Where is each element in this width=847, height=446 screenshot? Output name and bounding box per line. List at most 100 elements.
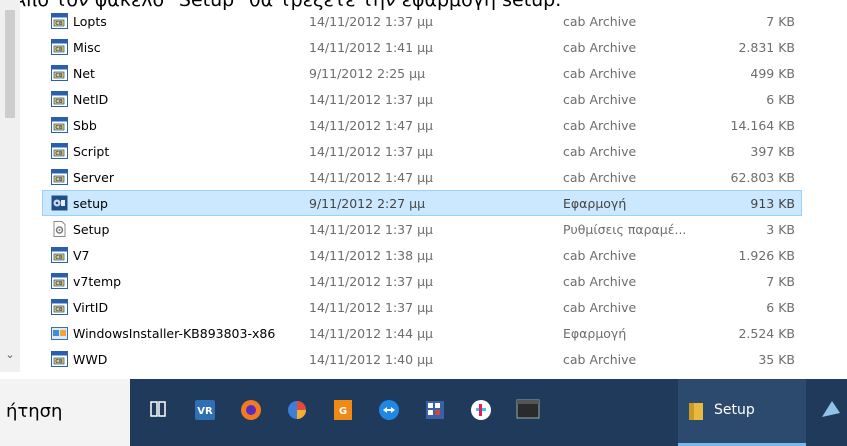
- file-date-modified: 9/11/2012 2:27 μμ: [309, 196, 426, 211]
- file-row-lopts[interactable]: CB Lopts 14/11/2012 1:37 μμ cab Archive 7 KB: [42, 8, 802, 34]
- file-name: Misc: [73, 40, 101, 55]
- file-date-modified: 14/11/2012 1:37 μμ: [309, 300, 433, 315]
- svg-text:VR: VR: [197, 406, 213, 417]
- svg-text:CB: CB: [55, 359, 63, 365]
- file-size: 397 KB: [750, 144, 795, 159]
- svg-text:CB: CB: [55, 125, 63, 131]
- file-row-misc[interactable]: CB Misc 14/11/2012 1:41 μμ cab Archive 2.831…: [42, 34, 802, 60]
- file-row-script[interactable]: CB Script 14/11/2012 1:37 μμ cab Archive 397…: [42, 138, 802, 164]
- taskbar-setup-folder-button[interactable]: Setup: [678, 379, 806, 446]
- file-date-modified: 14/11/2012 1:40 μμ: [309, 352, 433, 367]
- file-row-windowsinstaller-kb893803-x86[interactable]: WindowsInstaller-KB893803-x86 14/11/2012 …: [42, 320, 802, 346]
- app-icon-edge[interactable]: [812, 387, 847, 435]
- file-date-modified: 14/11/2012 1:41 μμ: [309, 40, 433, 55]
- svg-text:CB: CB: [55, 73, 63, 79]
- file-name: WWD: [73, 352, 108, 367]
- file-row-setup[interactable]: setup 9/11/2012 2:27 μμ Εφαρμογή 913 KB: [42, 190, 802, 216]
- cab-archive-icon: CB: [51, 117, 68, 133]
- file-name: WindowsInstaller-KB893803-x86: [73, 326, 276, 341]
- file-size: 3 KB: [766, 222, 795, 237]
- cab-archive-icon: CB: [51, 65, 68, 81]
- file-size: 6 KB: [766, 300, 795, 315]
- task-view-icon[interactable]: [140, 387, 180, 435]
- file-size: 913 KB: [750, 196, 795, 211]
- file-type: Εφαρμογή: [563, 196, 627, 211]
- scroll-down-arrow-icon[interactable]: ⌄: [4, 349, 16, 361]
- svg-text:CB: CB: [55, 281, 63, 287]
- file-date-modified: 14/11/2012 1:37 μμ: [309, 92, 433, 107]
- file-name: Server: [73, 170, 114, 185]
- file-size: 1.926 KB: [738, 248, 795, 263]
- file-name: Setup: [73, 222, 110, 237]
- file-row-virtid[interactable]: CB VirtID 14/11/2012 1:37 μμ cab Archive 6 K…: [42, 294, 802, 320]
- cab-archive-icon: CB: [51, 13, 68, 29]
- file-size: 62.803 KB: [730, 170, 795, 185]
- svg-text:CB: CB: [55, 47, 63, 53]
- file-date-modified: 14/11/2012 1:47 μμ: [309, 118, 433, 133]
- cab-archive-icon: CB: [51, 351, 68, 367]
- file-date-modified: 14/11/2012 1:37 μμ: [309, 144, 433, 159]
- terminal-icon[interactable]: [508, 387, 548, 435]
- svg-text:CB: CB: [55, 21, 63, 27]
- file-size: 14.164 KB: [730, 118, 795, 133]
- file-size: 7 KB: [766, 14, 795, 29]
- file-row-server[interactable]: CB Server 14/11/2012 1:47 μμ cab Archive 62.…: [42, 164, 802, 190]
- calculator-icon[interactable]: [416, 387, 456, 435]
- search-text: ήτηση: [6, 401, 63, 422]
- file-row-net[interactable]: CB Net 9/11/2012 2:25 μμ cab Archive 499 KB: [42, 60, 802, 86]
- setup-exe-icon: [51, 195, 68, 211]
- file-row-setup[interactable]: Setup 14/11/2012 1:37 μμ Ρυθμίσεις παραμέ.…: [42, 216, 802, 242]
- svg-text:CB: CB: [55, 177, 63, 183]
- file-size: 499 KB: [750, 66, 795, 81]
- folder-icon: [689, 403, 703, 420]
- file-row-v7[interactable]: CB V7 14/11/2012 1:38 μμ cab Archive 1.926 K…: [42, 242, 802, 268]
- file-type: cab Archive: [563, 274, 637, 289]
- file-name: Lopts: [73, 14, 107, 29]
- cab-archive-icon: CB: [51, 143, 68, 159]
- file-type: Ρυθμίσεις παραμέ...: [563, 222, 687, 237]
- cab-archive-icon: CB: [51, 169, 68, 185]
- cab-archive-icon: CB: [51, 39, 68, 55]
- file-name: Script: [73, 144, 110, 159]
- firefox-icon[interactable]: [232, 387, 272, 435]
- vertical-scrollbar[interactable]: ⌄: [0, 0, 20, 372]
- file-date-modified: 14/11/2012 1:44 μμ: [309, 326, 433, 341]
- file-type: cab Archive: [563, 352, 637, 367]
- file-name: Net: [73, 66, 95, 81]
- taskbar-setup-label: Setup: [714, 402, 755, 418]
- cab-archive-icon: CB: [51, 91, 68, 107]
- file-type: cab Archive: [563, 40, 637, 55]
- vr-app-icon[interactable]: VR: [186, 387, 226, 435]
- teamviewer-icon[interactable]: [370, 387, 410, 435]
- file-type: cab Archive: [563, 144, 637, 159]
- pie-app-icon[interactable]: [278, 387, 318, 435]
- svg-text:CB: CB: [55, 255, 63, 261]
- file-name: V7: [73, 248, 90, 263]
- file-date-modified: 14/11/2012 1:37 μμ: [309, 222, 433, 237]
- cab-archive-icon: CB: [51, 299, 68, 315]
- file-row-v7temp[interactable]: CB v7temp 14/11/2012 1:37 μμ cab Archive 7 K…: [42, 268, 802, 294]
- file-row-wwd[interactable]: CB WWD 14/11/2012 1:40 μμ cab Archive 35 KB: [42, 346, 802, 372]
- svg-text:G: G: [339, 406, 347, 417]
- file-type: cab Archive: [563, 92, 637, 107]
- file-type: cab Archive: [563, 248, 637, 263]
- file-row-sbb[interactable]: CB Sbb 14/11/2012 1:47 μμ cab Archive 14.164…: [42, 112, 802, 138]
- pdf-app-icon[interactable]: G: [324, 387, 364, 435]
- file-row-netid[interactable]: CB NetID 14/11/2012 1:37 μμ cab Archive 6 KB: [42, 86, 802, 112]
- svg-text:CB: CB: [55, 99, 63, 105]
- file-size: 7 KB: [766, 274, 795, 289]
- file-list: CB Lopts 14/11/2012 1:37 μμ cab Archive 7 KB…: [42, 8, 802, 372]
- file-size: 35 KB: [758, 352, 795, 367]
- cab-archive-icon: CB: [51, 247, 68, 263]
- slack-icon[interactable]: [462, 387, 502, 435]
- taskbar-search-box[interactable]: ήτηση: [0, 379, 130, 446]
- file-name: Sbb: [73, 118, 97, 133]
- file-type: cab Archive: [563, 118, 637, 133]
- file-date-modified: 14/11/2012 1:37 μμ: [309, 274, 433, 289]
- installer-exe-icon: [51, 325, 68, 341]
- scrollbar-thumb[interactable]: [5, 10, 15, 118]
- file-name: setup: [73, 196, 108, 211]
- file-size: 2.831 KB: [738, 40, 795, 55]
- svg-text:CB: CB: [55, 307, 63, 313]
- file-name: VirtID: [73, 300, 109, 315]
